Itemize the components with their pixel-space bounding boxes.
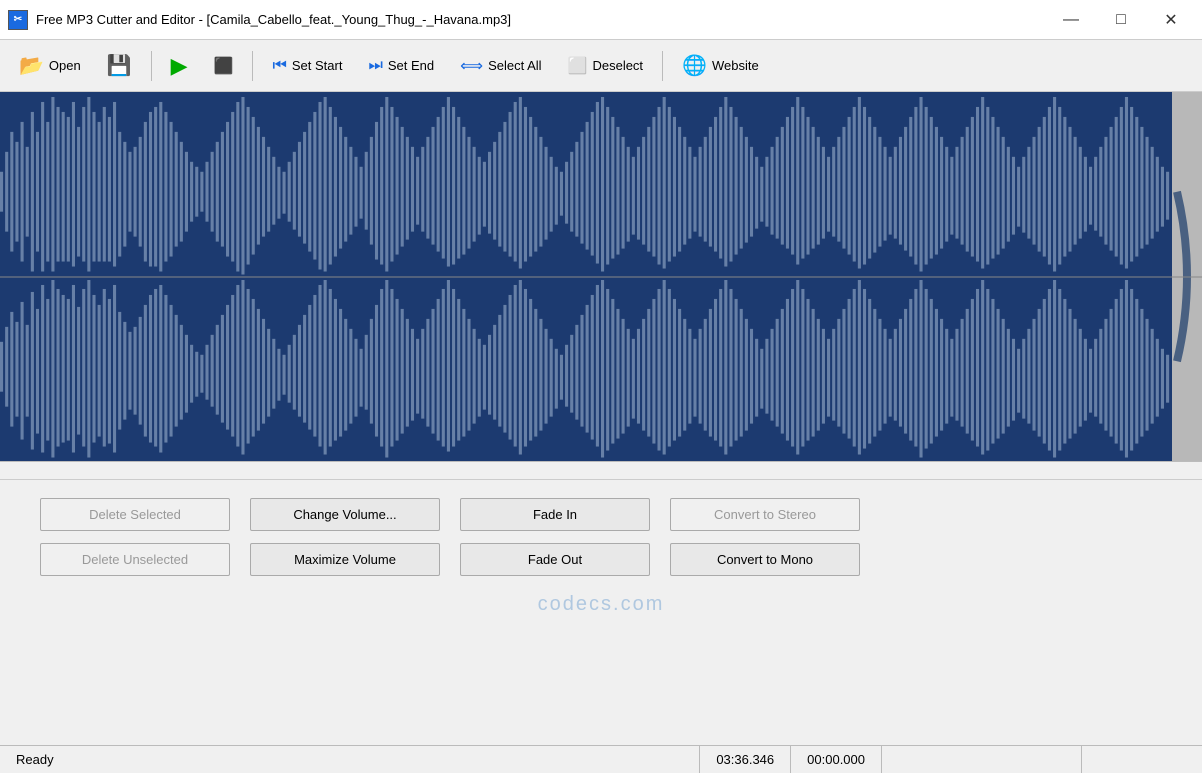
toolbar: 📂 Open 💾 ▶ ⬛ ⏮ Set Start ⏭ Set End ⟺ Sel… — [0, 40, 1202, 92]
change-volume-button[interactable]: Change Volume... — [250, 498, 440, 531]
close-button[interactable]: ✕ — [1148, 4, 1194, 36]
horizontal-scrollbar[interactable] — [0, 462, 1202, 480]
status-ready: Ready — [0, 746, 700, 773]
title-bar-left: ✂ Free MP3 Cutter and Editor - [Camila_C… — [8, 10, 511, 30]
status-extra2 — [1082, 746, 1202, 773]
set-end-label: Set End — [388, 58, 434, 73]
deselect-icon: ⬜ — [568, 56, 588, 76]
fade-out-button[interactable]: Fade Out — [460, 543, 650, 576]
separator-1 — [151, 51, 152, 81]
set-end-icon: ⏭ — [368, 57, 382, 75]
actions-row-2: Delete Unselected Maximize Volume Fade O… — [40, 543, 1162, 576]
separator-2 — [252, 51, 253, 81]
set-start-label: Set Start — [292, 58, 343, 73]
convert-to-stereo-button[interactable]: Convert to Stereo — [670, 498, 860, 531]
delete-selected-button[interactable]: Delete Selected — [40, 498, 230, 531]
title-bar: ✂ Free MP3 Cutter and Editor - [Camila_C… — [0, 0, 1202, 40]
fade-in-button[interactable]: Fade In — [460, 498, 650, 531]
select-all-label: Select All — [488, 58, 541, 73]
delete-unselected-button[interactable]: Delete Unselected — [40, 543, 230, 576]
play-icon: ▶ — [171, 53, 188, 79]
website-label: Website — [712, 58, 759, 73]
waveform-bottom-channel — [0, 277, 1202, 462]
deselect-label: Deselect — [592, 58, 643, 73]
minimize-button[interactable]: — — [1048, 4, 1094, 36]
status-position-text: 00:00.000 — [807, 752, 865, 767]
status-bar: Ready 03:36.346 00:00.000 — [0, 745, 1202, 773]
deselect-button[interactable]: ⬜ Deselect — [557, 46, 655, 86]
website-button[interactable]: 🌐 Website — [671, 46, 770, 86]
actions-row-1: Delete Selected Change Volume... Fade In… — [40, 498, 1162, 531]
set-end-button[interactable]: ⏭ Set End — [357, 46, 445, 86]
waveform-top-channel: // This SVG is static, rendered below — [0, 92, 1202, 277]
status-extra1 — [882, 746, 1082, 773]
save-button[interactable]: 💾 — [96, 46, 143, 86]
app-icon: ✂ — [8, 10, 28, 30]
waveform-top-graphic — [0, 92, 1202, 277]
stop-icon: ⬛ — [214, 56, 234, 76]
status-duration: 03:36.346 — [700, 746, 791, 773]
convert-to-mono-button[interactable]: Convert to Mono — [670, 543, 860, 576]
set-start-icon: ⏮ — [272, 57, 286, 75]
watermark: codecs.com — [40, 588, 1162, 621]
set-start-button[interactable]: ⏮ Set Start — [261, 46, 353, 86]
maximize-button[interactable]: □ — [1098, 4, 1144, 36]
waveform-container[interactable]: // This SVG is static, rendered below — [0, 92, 1202, 462]
stop-button[interactable]: ⬛ — [203, 46, 245, 86]
window-title: Free MP3 Cutter and Editor - [Camila_Cab… — [36, 12, 511, 27]
maximize-volume-button[interactable]: Maximize Volume — [250, 543, 440, 576]
play-button[interactable]: ▶ — [160, 46, 199, 86]
save-icon: 💾 — [107, 53, 132, 78]
title-bar-controls: — □ ✕ — [1048, 4, 1194, 36]
status-duration-text: 03:36.346 — [716, 752, 774, 767]
status-ready-text: Ready — [16, 752, 54, 767]
waveform-bottom-graphic — [0, 277, 1202, 462]
select-all-icon: ⟺ — [460, 56, 483, 76]
waveform-divider — [0, 276, 1202, 277]
separator-3 — [662, 51, 663, 81]
status-position: 00:00.000 — [791, 746, 882, 773]
actions-area: Delete Selected Change Volume... Fade In… — [0, 480, 1202, 639]
open-button[interactable]: 📂 Open — [8, 46, 92, 86]
website-icon: 🌐 — [682, 53, 707, 78]
select-all-button[interactable]: ⟺ Select All — [449, 46, 552, 86]
open-label: Open — [49, 58, 81, 73]
open-icon: 📂 — [19, 53, 44, 78]
